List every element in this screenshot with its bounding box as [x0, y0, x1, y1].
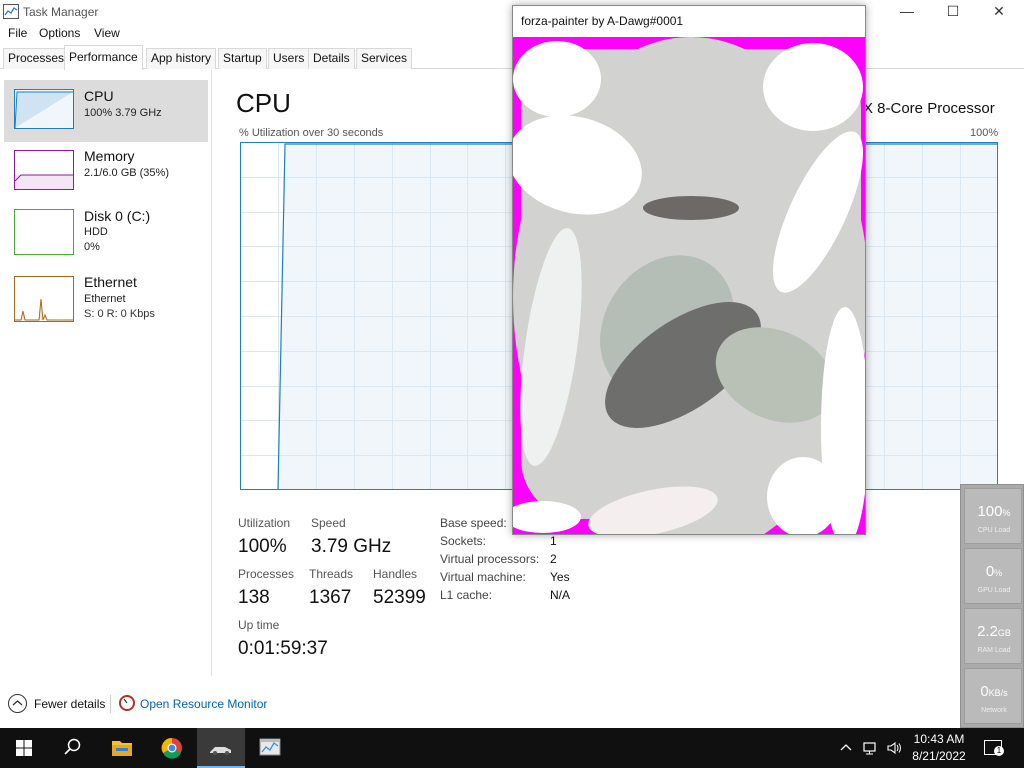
speed-label: Speed: [311, 516, 346, 530]
handles-value: 52399: [373, 587, 426, 608]
gadget-value: 100: [977, 503, 1003, 520]
tab-startup[interactable]: Startup: [218, 48, 267, 69]
threads-value: 1367: [309, 587, 352, 608]
ethernet-thumbnail-graph: [14, 276, 74, 322]
menu-view[interactable]: View: [94, 26, 120, 40]
performance-sidebar: CPU 100% 3.79 GHz Memory 2.1/6.0 GB (35%…: [0, 70, 212, 676]
task-manager-app-icon: [3, 4, 19, 19]
windows-start-icon[interactable]: [0, 728, 48, 768]
sidebar-item-label: Ethernet: [84, 274, 137, 290]
l1-cache-label: L1 cache:: [440, 588, 493, 602]
gadget-unit: %: [1002, 508, 1011, 518]
virtual-machine-label: Virtual machine:: [440, 570, 526, 584]
tab-details[interactable]: Details: [308, 48, 355, 69]
sidebar-item-detail: 100% 3.79 GHz: [84, 107, 162, 119]
gadget-value: 0: [985, 563, 995, 580]
graph-caption: % Utilization over 30 seconds: [239, 127, 384, 139]
gadget-unit: KB/s: [988, 688, 1008, 698]
handles-label: Handles: [373, 567, 418, 581]
gadget-label: Network: [981, 707, 1007, 714]
menu-options[interactable]: Options: [39, 26, 80, 40]
tab-app-history[interactable]: App history: [146, 48, 217, 69]
close-button[interactable]: ✕: [976, 0, 1022, 24]
virtual-processors-label: Virtual processors:: [440, 552, 540, 566]
sidebar-item-detail: 2.1/6.0 GB (35%): [84, 167, 169, 179]
tab-processes[interactable]: Processes: [3, 48, 70, 69]
sidebar-item-label: Disk 0 (C:): [84, 208, 151, 224]
chevron-up-icon[interactable]: [838, 740, 854, 756]
threads-label: Threads: [309, 567, 354, 581]
file-explorer-icon[interactable]: [98, 728, 146, 768]
utilization-value: 100%: [238, 536, 287, 557]
footer-divider: [110, 695, 111, 713]
sidebar-item-ethernet[interactable]: Ethernet Ethernet S: 0 R: 0 Kbps: [4, 270, 208, 332]
sockets-label: Sockets:: [440, 534, 487, 548]
sidebar-item-memory[interactable]: Memory 2.1/6.0 GB (35%): [4, 142, 208, 204]
open-resource-monitor-link[interactable]: Open Resource Monitor: [140, 697, 267, 711]
uptime-value: 0:01:59:37: [238, 638, 328, 659]
chrome-icon[interactable]: [148, 728, 196, 768]
minimize-button[interactable]: —: [884, 0, 930, 24]
tab-performance[interactable]: Performance: [64, 45, 143, 70]
virtual-machine-value: Yes: [550, 570, 570, 584]
task-manager-icon[interactable]: [246, 728, 294, 768]
gadget-ram-cell: 2.2GB RAM Load: [964, 608, 1022, 664]
uptime-label: Up time: [238, 618, 280, 632]
gadget-unit: GB: [997, 628, 1011, 638]
tab-users[interactable]: Users: [268, 48, 310, 69]
sidebar-item-label: Memory: [84, 148, 135, 164]
sidebar-item-cpu[interactable]: CPU 100% 3.79 GHz: [4, 80, 208, 142]
taskbar-clock-time[interactable]: 10:43 AM: [904, 732, 974, 746]
gadget-value: 0: [980, 683, 989, 700]
menu-file[interactable]: File: [8, 26, 27, 40]
footer: Fewer details Open Resource Monitor: [0, 688, 960, 720]
window-title: Task Manager: [23, 5, 99, 19]
disk-thumbnail-graph: [14, 209, 74, 255]
gadget-label: CPU Load: [977, 527, 1011, 534]
taskbar-clock-date[interactable]: 8/21/2022: [904, 749, 974, 763]
car-app-icon[interactable]: [197, 728, 245, 768]
graph-max-label: 100%: [970, 127, 999, 139]
painter-window-title: forza-painter by A-Dawg#0001: [521, 14, 684, 28]
notification-count-badge: 1: [994, 746, 1004, 756]
chevron-up-icon[interactable]: [8, 694, 27, 713]
maximize-button[interactable]: ☐: [930, 0, 976, 24]
tab-services[interactable]: Services: [356, 48, 413, 69]
virtual-processors-value: 2: [550, 552, 557, 566]
gadget-gpu-cell: 0% GPU Load: [964, 548, 1022, 604]
search-icon[interactable]: [48, 728, 96, 768]
sidebar-item-label: CPU: [84, 88, 114, 104]
resource-monitor-icon: [119, 695, 135, 711]
gadget-label: GPU Load: [977, 587, 1011, 594]
sidebar-item-detail: HDD: [84, 226, 108, 238]
painter-canvas: [513, 37, 865, 534]
gadget-cpu-cell: 100% CPU Load: [964, 488, 1022, 544]
memory-thumbnail-graph: [14, 150, 74, 190]
fewer-details-button[interactable]: Fewer details: [34, 697, 105, 711]
cpu-thumbnail-graph: [14, 89, 74, 129]
base-speed-label: Base speed:: [440, 516, 507, 530]
sidebar-item-detail: Ethernet: [84, 293, 126, 305]
processes-label: Processes: [238, 567, 295, 581]
sockets-value: 1: [550, 534, 557, 548]
processor-name: X 8-Core Processor: [863, 100, 995, 117]
page-title: CPU: [236, 88, 291, 118]
utilization-label: Utilization: [238, 516, 291, 530]
l1-cache-value: N/A: [550, 588, 571, 602]
sidebar-item-detail-2: S: 0 R: 0 Kbps: [84, 308, 155, 320]
volume-icon[interactable]: [886, 740, 902, 756]
sidebar-item-detail-2: 0%: [84, 241, 100, 253]
taskbar: 10:43 AM 8/21/2022 1: [0, 728, 1024, 768]
speed-value: 3.79 GHz: [311, 536, 392, 557]
gadget-unit: %: [994, 568, 1003, 578]
processes-value: 138: [238, 587, 270, 608]
sidebar-item-disk[interactable]: Disk 0 (C:) HDD 0%: [4, 204, 208, 266]
gadget-network-cell: 0KB/s Network: [964, 668, 1022, 724]
gadget-value: 2.2: [977, 623, 998, 640]
gadget-label: RAM Load: [977, 647, 1011, 654]
forza-painter-window[interactable]: forza-painter by A-Dawg#0001: [512, 5, 866, 535]
network-icon[interactable]: [862, 740, 878, 756]
system-monitor-gadget: 100% CPU Load 0% GPU Load 2.2GB RAM Load…: [960, 484, 1024, 728]
